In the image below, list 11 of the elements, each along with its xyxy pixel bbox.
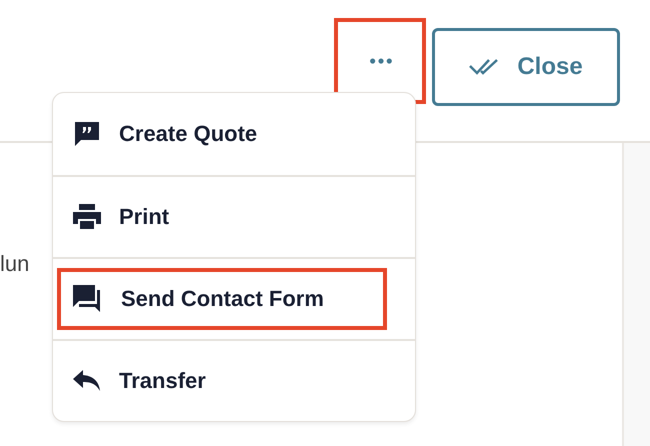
double-check-icon	[469, 58, 500, 76]
body-text: lun	[0, 251, 30, 277]
chat-bubbles-icon	[73, 285, 103, 313]
quote-icon	[73, 120, 101, 148]
printer-icon	[73, 204, 101, 230]
menu-item[interactable]: Print	[57, 186, 387, 248]
menu-item[interactable]: Send Contact Form	[57, 268, 387, 330]
close-button[interactable]: Close	[432, 28, 620, 106]
menu-item[interactable]: Transfer	[57, 350, 387, 412]
reply-arrow-icon	[73, 370, 101, 392]
menu-item[interactable]: Create Quote	[57, 103, 387, 165]
